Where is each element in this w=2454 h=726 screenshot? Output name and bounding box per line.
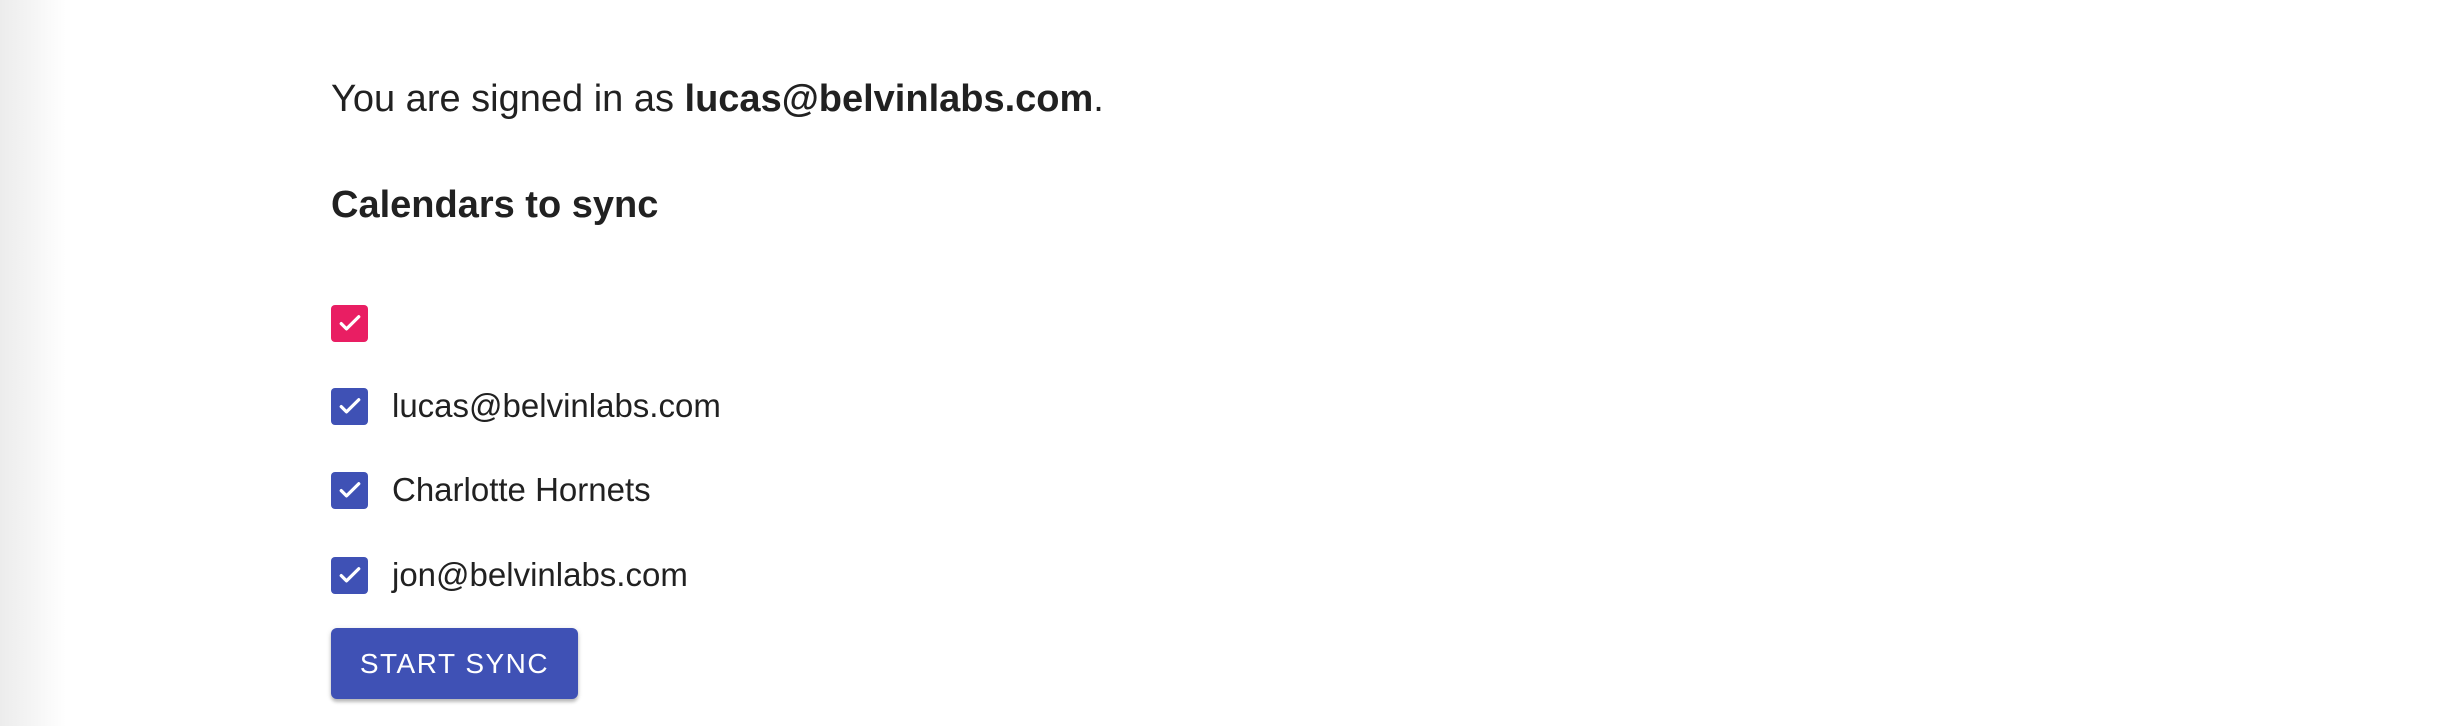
calendar-item-1[interactable]: lucas@belvinlabs.com bbox=[331, 382, 721, 430]
calendar-label: lucas@belvinlabs.com bbox=[392, 387, 721, 424]
calendar-item-3[interactable]: jon@belvinlabs.com bbox=[331, 551, 688, 599]
left-panel-edge bbox=[0, 0, 66, 726]
calendar-checkbox[interactable] bbox=[331, 556, 368, 594]
checkmark-icon bbox=[339, 482, 360, 498]
signed-in-email: lucas@belvinlabs.com bbox=[684, 78, 1094, 120]
start-sync-button[interactable]: START SYNC bbox=[331, 628, 578, 699]
checkmark-icon bbox=[339, 398, 360, 414]
calendar-checkbox[interactable] bbox=[331, 304, 368, 342]
calendar-checkbox[interactable] bbox=[331, 387, 368, 425]
calendar-checkbox[interactable] bbox=[331, 471, 368, 509]
calendar-item-0[interactable] bbox=[331, 299, 392, 347]
calendar-label: jon@belvinlabs.com bbox=[392, 556, 688, 593]
page: You are signed in as lucas@belvinlabs.co… bbox=[0, 0, 2454, 726]
calendar-item-2[interactable]: Charlotte Hornets bbox=[331, 466, 651, 514]
checkmark-icon bbox=[339, 567, 360, 583]
calendar-label: Charlotte Hornets bbox=[392, 471, 651, 508]
signed-in-prefix: You are signed in as bbox=[331, 78, 685, 120]
signed-in-text: You are signed in as lucas@belvinlabs.co… bbox=[331, 76, 1104, 122]
calendars-heading: Calendars to sync bbox=[331, 184, 659, 226]
signed-in-suffix: . bbox=[1093, 78, 1104, 120]
checkmark-icon bbox=[339, 315, 360, 331]
